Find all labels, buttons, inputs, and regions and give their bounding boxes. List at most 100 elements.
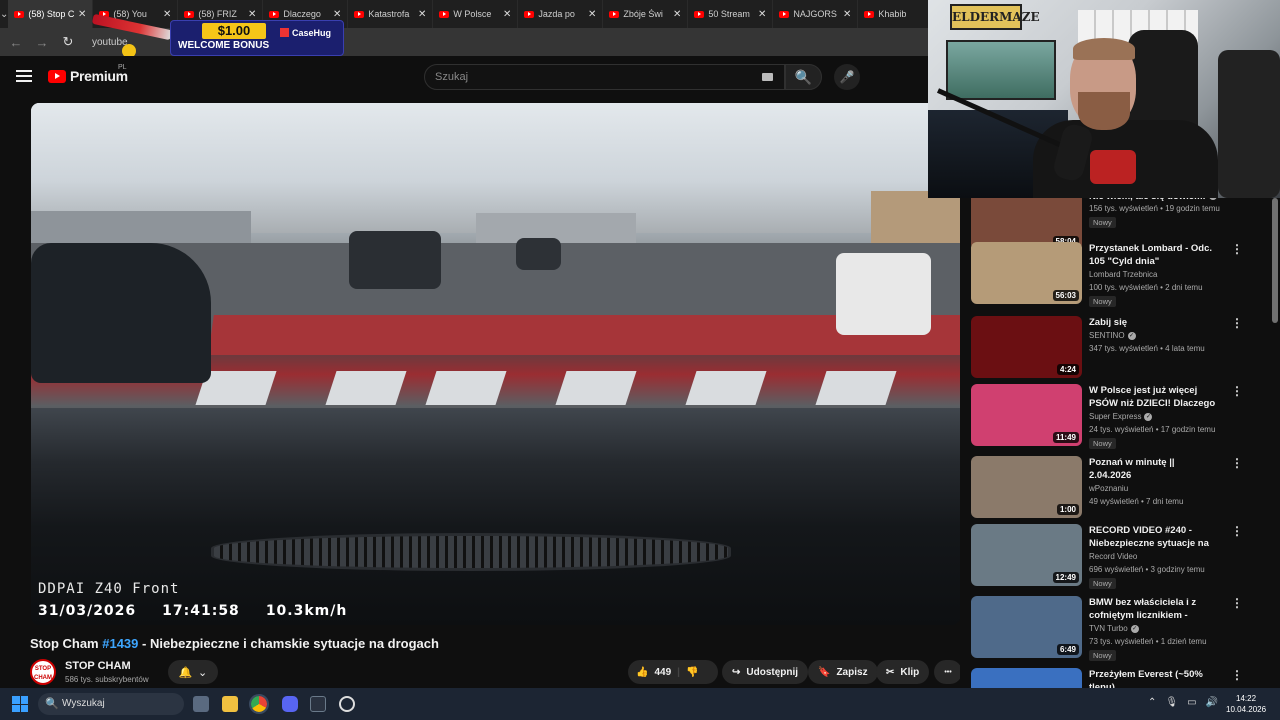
- discord-icon[interactable]: [282, 696, 298, 712]
- keyboard-icon[interactable]: [762, 73, 773, 81]
- reload-icon[interactable]: ↻: [60, 34, 76, 50]
- tab-close-icon[interactable]: ✕: [78, 9, 86, 20]
- channel-avatar[interactable]: STOP CHAM: [30, 659, 56, 685]
- recommendation-title-text: Przystanek Lombard - Odc. 105 "Cyld dnia…: [1089, 243, 1213, 267]
- xbox-icon[interactable]: [310, 696, 326, 712]
- tab-title: NAJGORS: [793, 9, 837, 19]
- tab-close-icon[interactable]: ✕: [758, 9, 766, 20]
- recommendation-channel[interactable]: Super Express ✓: [1089, 412, 1153, 421]
- back-icon[interactable]: ←: [8, 35, 24, 50]
- browser-tab[interactable]: NAJGORS ✕: [773, 0, 859, 28]
- recommendation-title[interactable]: BMW bez właściciela i z cofniętym liczni…: [1089, 596, 1217, 623]
- channel-name[interactable]: STOP CHAM: [65, 660, 131, 672]
- chrome-icon[interactable]: [249, 694, 269, 714]
- tab-title: Zbóje Świ: [623, 9, 663, 19]
- recommendation-thumbnail[interactable]: 6:49: [971, 596, 1082, 658]
- recommendation-channel[interactable]: SENTINO ✓: [1089, 331, 1136, 340]
- tab-title: W Polsce: [453, 9, 492, 19]
- tab-close-icon[interactable]: ✕: [418, 9, 426, 20]
- tray-display-icon[interactable]: ▭: [1187, 697, 1196, 708]
- recommendation-title[interactable]: Nie wiem, ale się dowiem!✓: [1089, 198, 1217, 203]
- verified-check-icon: ✓: [1144, 412, 1153, 421]
- tab-close-icon[interactable]: ✕: [588, 9, 596, 20]
- share-icon: ↪: [732, 666, 741, 678]
- browser-tab[interactable]: Katastrofa ✕: [348, 0, 434, 28]
- recommendation-channel[interactable]: Record Video: [1089, 552, 1137, 561]
- casehug-ad-banner[interactable]: $1.00 WELCOME BONUS CaseHug: [91, 13, 344, 58]
- task-view-icon[interactable]: [193, 696, 209, 712]
- recommendation-thumbnail[interactable]: 11:49: [971, 384, 1082, 446]
- tab-close-icon[interactable]: ✕: [503, 9, 511, 20]
- kebab-menu-icon[interactable]: ⋮: [1231, 524, 1243, 538]
- more-actions-button[interactable]: •••: [934, 660, 962, 684]
- white-car: [836, 253, 931, 335]
- kebab-menu-icon[interactable]: ⋮: [1231, 384, 1243, 398]
- file-explorer-icon[interactable]: [222, 696, 238, 712]
- recommendation-channel[interactable]: wPoznaniu: [1089, 484, 1128, 493]
- browser-tab[interactable]: Zbóje Świ ✕: [603, 0, 689, 28]
- search-button[interactable]: 🔍: [785, 64, 822, 90]
- clip-label: Klip: [900, 666, 920, 678]
- crosswalk-stripe: [325, 371, 407, 405]
- streamer-hair: [1073, 38, 1135, 60]
- tab-close-icon[interactable]: ✕: [843, 9, 851, 20]
- tab-search-dropdown-icon[interactable]: ⌄: [0, 0, 8, 28]
- recommendation-meta: 24 tys. wyświetleń • 17 godzin temu: [1089, 425, 1216, 434]
- recommendation-channel[interactable]: Lombard Trzebnica: [1089, 270, 1157, 279]
- like-count[interactable]: 449: [654, 667, 671, 678]
- kebab-menu-icon[interactable]: ⋮: [1231, 316, 1243, 330]
- voice-search-button[interactable]: 🎤: [834, 64, 860, 90]
- recommendation-thumbnail[interactable]: 56:03: [971, 242, 1082, 304]
- tab-close-icon[interactable]: ✕: [673, 9, 681, 20]
- windows-start-icon[interactable]: [12, 696, 28, 712]
- recommendation-title[interactable]: RECORD VIDEO #240 - Niebezpieczne sytuac…: [1089, 524, 1217, 551]
- recommendation-meta: 49 wyświetleń • 7 dni temu: [1089, 497, 1184, 506]
- browser-tab[interactable]: (58) Stop C ✕: [8, 0, 94, 28]
- tray-speaker-icon[interactable]: 🔊: [1206, 697, 1218, 708]
- recommendation-channel[interactable]: TVN Turbo ✓: [1089, 624, 1139, 633]
- search-input[interactable]: Szukaj: [424, 64, 785, 90]
- youtube-favicon-icon: [694, 10, 705, 18]
- browser-tab[interactable]: 50 Stream ✕: [688, 0, 774, 28]
- obs-icon[interactable]: [339, 696, 355, 712]
- sidebar-scrollbar[interactable]: [1272, 198, 1278, 323]
- recommendation-title[interactable]: Przystanek Lombard - Odc. 105 "Cyld dnia…: [1089, 242, 1217, 268]
- subscription-bell-button[interactable]: 🔔 ⌄: [168, 660, 218, 684]
- recommendation-title[interactable]: Przeżyłem Everest (~50% tlenu): [1089, 668, 1217, 688]
- taskbar-clock[interactable]: 14:22 10.04.2026: [1226, 693, 1266, 715]
- clip-button[interactable]: ✂ Klip: [876, 660, 930, 684]
- youtube-premium-logo[interactable]: Premium PL: [48, 64, 128, 84]
- browser-tab[interactable]: Jazda po ✕: [518, 0, 604, 28]
- recommendation-thumbnail[interactable]: 1:00: [971, 456, 1082, 518]
- save-icon: 🔖: [818, 666, 831, 678]
- kebab-menu-icon[interactable]: ⋮: [1231, 242, 1243, 256]
- recommendation-thumbnail[interactable]: 4:24: [971, 316, 1082, 378]
- youtube-favicon-icon: [524, 10, 535, 18]
- chevron-down-icon: ⌄: [198, 666, 208, 679]
- clock-time: 14:22: [1236, 694, 1257, 703]
- kebab-menu-icon[interactable]: ⋮: [1231, 456, 1243, 470]
- dislike-icon[interactable]: 👎: [686, 667, 698, 678]
- kebab-menu-icon[interactable]: ⋮: [1231, 668, 1243, 682]
- taskbar-search[interactable]: 🔍 Wyszukaj: [38, 693, 184, 715]
- recommendation-title[interactable]: Poznań w minutę || 2.04.2026: [1089, 456, 1217, 482]
- video-scene-vent: [211, 533, 731, 571]
- recommendation-thumbnail[interactable]: 12:49: [971, 524, 1082, 586]
- tray-chevron-icon[interactable]: ⌃: [1148, 697, 1156, 708]
- system-tray: ⌃ 🎙 ▭ 🔊: [1148, 697, 1218, 708]
- like-icon[interactable]: 👍: [636, 667, 648, 678]
- forward-icon[interactable]: →: [34, 35, 50, 50]
- title-hashtag-link[interactable]: #1439: [102, 636, 138, 651]
- hamburger-menu-icon[interactable]: [16, 70, 32, 82]
- recommendation-title[interactable]: Zabij się: [1089, 316, 1217, 329]
- recommendation-title[interactable]: W Polsce jest już więcej PSÓW niż DZIECI…: [1089, 384, 1217, 411]
- video-player[interactable]: DDPAI Z40 Front 31/03/2026 17:41:58 10.3…: [31, 103, 960, 625]
- share-button[interactable]: ↪ Udostępnij: [722, 660, 809, 684]
- recommendation-thumbnail[interactable]: 8.849m: [971, 668, 1082, 688]
- browser-tab[interactable]: W Polsce ✕: [433, 0, 519, 28]
- tray-mic-icon[interactable]: 🎙: [1165, 697, 1178, 708]
- taskbar-search-label: Wyszukaj: [62, 698, 105, 709]
- save-button[interactable]: 🔖 Zapisz: [808, 660, 878, 684]
- kebab-menu-icon[interactable]: ⋮: [1231, 596, 1243, 610]
- duration-badge: 12:49: [1052, 572, 1079, 583]
